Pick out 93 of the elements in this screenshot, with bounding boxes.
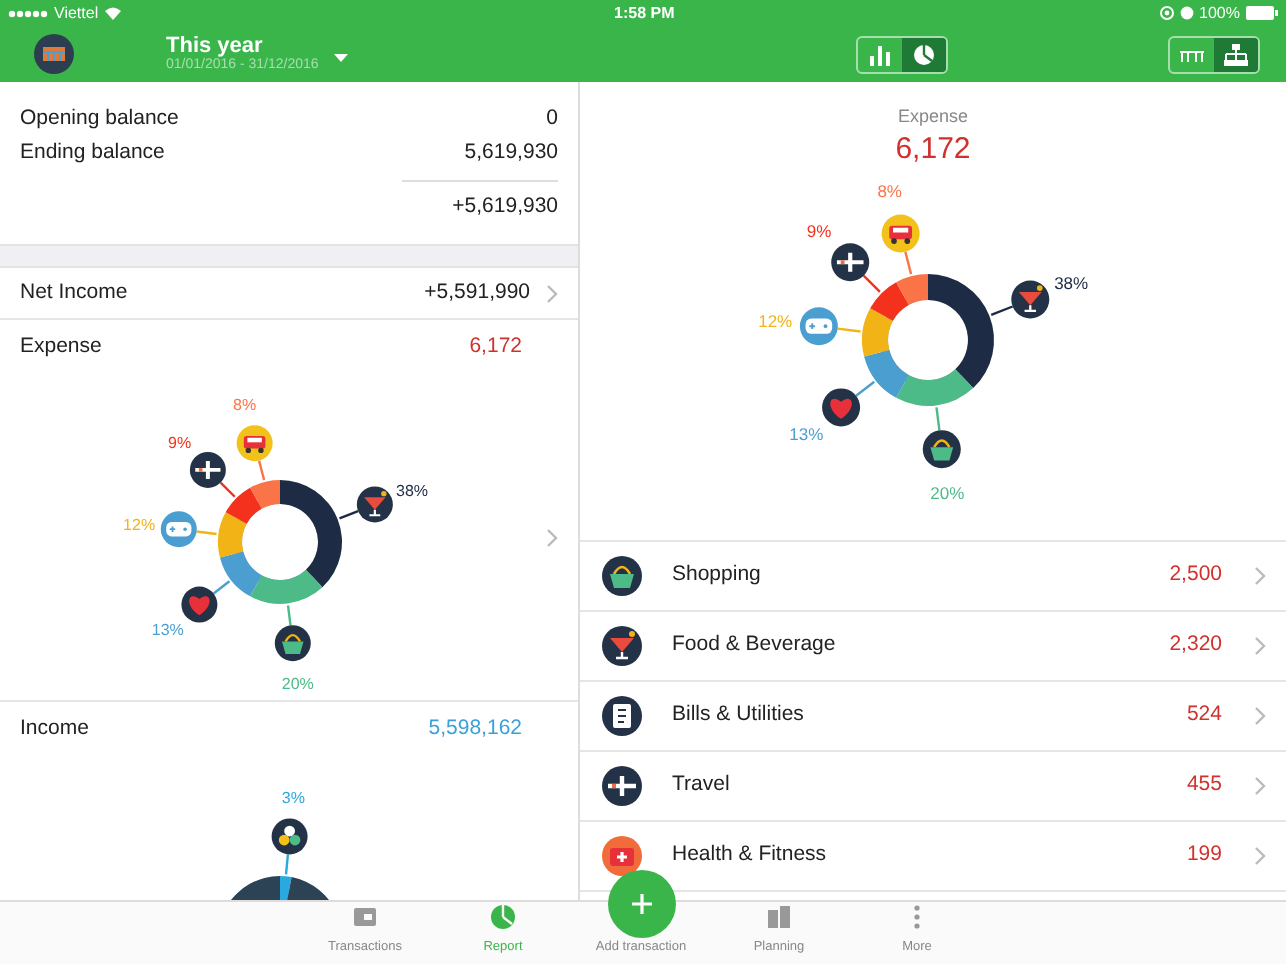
tree-icon [1224, 43, 1248, 65]
chevron-icon [546, 283, 558, 303]
percent-label: 9% [168, 433, 192, 452]
category-amount: 2,500 [1169, 559, 1222, 590]
category-row[interactable]: Bills & Utilities 524 [580, 681, 1286, 751]
detail-label: Expense [895, 104, 971, 130]
balance-label: Ending balance [20, 137, 165, 168]
wallet-icon[interactable] [34, 34, 74, 74]
percent-label: 8% [233, 396, 257, 415]
leader-line [212, 580, 231, 595]
category-name: Food & Beverage [672, 629, 836, 660]
category-amount: 524 [1186, 699, 1222, 730]
basket-icon [274, 625, 311, 662]
category-amount: 199 [1186, 839, 1222, 870]
section-label: Expense [20, 331, 102, 362]
cocktail-icon [600, 623, 644, 667]
balance-label: Opening balance [20, 103, 179, 134]
cocktail-icon [356, 486, 393, 523]
gamepad-icon [160, 511, 197, 548]
chevron-icon [1254, 775, 1266, 795]
receipt-icon [600, 693, 644, 737]
category-name: Health & Fitness [672, 839, 827, 870]
basket-icon [921, 429, 960, 468]
percent-label: 3% [281, 788, 305, 807]
tree-view-toggle[interactable] [1214, 37, 1258, 71]
plane-icon [830, 242, 869, 281]
percent-label: 20% [929, 481, 964, 502]
category-name: Bills & Utilities [672, 699, 804, 730]
balance-difference: +5,619,930 [402, 180, 558, 224]
caret-icon [334, 53, 349, 62]
coins-icon [271, 818, 308, 855]
percent-label: 38% [1053, 272, 1088, 293]
category-row[interactable]: Shopping 2,500 [580, 541, 1286, 611]
category-row[interactable]: Travel 455 [580, 751, 1286, 821]
plane-icon [600, 763, 644, 807]
leader-line [286, 605, 292, 626]
signal-icon [8, 9, 48, 17]
net-income-row[interactable]: Net Income +5,591,990 [0, 268, 578, 320]
plane-icon [189, 451, 226, 488]
car-icon [880, 213, 919, 252]
wifi-icon [104, 6, 123, 20]
leader-line [903, 250, 912, 274]
leader-line [219, 481, 236, 498]
clipboard-icon [766, 904, 792, 931]
category-amount: 455 [1186, 769, 1222, 800]
chevron-icon [1254, 565, 1266, 585]
plus-icon [632, 894, 652, 914]
pie-chart-icon [912, 43, 936, 65]
balance-value: 5,619,930 [464, 137, 558, 168]
category-row[interactable]: Food & Beverage 2,320 [580, 611, 1286, 681]
pie-chart-toggle[interactable] [902, 37, 946, 71]
percent-label: 13% [151, 621, 184, 640]
percent-label: 9% [805, 220, 831, 241]
leader-line [836, 326, 860, 332]
chevron-icon [1254, 705, 1266, 725]
leader-line [989, 304, 1013, 316]
percent-label: 12% [757, 309, 792, 330]
clock-time: 1:58 PM [614, 1, 675, 25]
leader-line [339, 509, 359, 520]
balance-value: 0 [546, 103, 558, 134]
category-name: Shopping [672, 559, 761, 590]
leader-line [861, 273, 880, 292]
category-amount: 2,320 [1169, 629, 1222, 660]
leader-line [196, 530, 217, 536]
cocktail-icon [1010, 279, 1049, 318]
percent-label: 20% [281, 674, 314, 693]
section-total: 6,172 [469, 331, 522, 362]
chevron-icon [1254, 845, 1266, 865]
basket-icon [600, 553, 644, 597]
leader-line [284, 854, 290, 875]
carrier-name: Viettel [54, 1, 99, 25]
section-label: Income [20, 713, 89, 744]
battery-icon [1246, 6, 1278, 20]
percent-label: 8% [876, 179, 901, 200]
percent-label: 38% [396, 481, 429, 500]
net-income-label: Net Income [20, 277, 128, 308]
bar-chart-icon [868, 43, 892, 65]
chevron-icon [1254, 635, 1266, 655]
percent-label: 13% [788, 423, 823, 444]
net-income-value: +5,591,990 [424, 277, 530, 308]
car-icon [236, 425, 273, 462]
category-name: Travel [672, 769, 730, 800]
leader-line [934, 406, 940, 430]
section-total: 5,598,162 [428, 713, 522, 744]
percent-label: 12% [123, 516, 156, 535]
detail-total: 6,172 [893, 131, 973, 167]
battery-percent: 100% [1199, 1, 1240, 25]
leader-line [257, 460, 266, 481]
chevron-icon [546, 527, 558, 547]
target-icon [1159, 6, 1174, 20]
first-aid-icon [600, 833, 644, 877]
gamepad-icon [798, 306, 837, 345]
leader-line [854, 379, 874, 396]
